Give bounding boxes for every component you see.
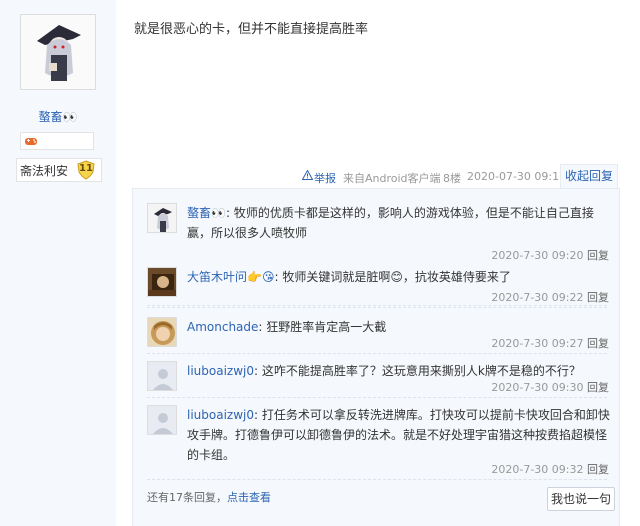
reply-avatar[interactable] <box>147 405 177 435</box>
author-badge-box <box>20 132 94 150</box>
more-replies-link[interactable]: 点击查看 <box>227 491 271 504</box>
divider <box>147 307 607 308</box>
reply-button[interactable]: 回复 <box>587 249 609 262</box>
reply-button[interactable]: 回复 <box>587 381 609 394</box>
reply-item: liuboaizwj0: 这咋不能提高胜率了？这玩意用来撕别人k牌不是稳的不行？… <box>147 361 609 397</box>
reply-username[interactable]: Amonchade <box>187 320 258 334</box>
reply-item: 螯畜👀: 牧师的优质卡都是这样的，影响人的游戏体验，但是不能让自己直接赢，所以很… <box>147 203 609 263</box>
more-replies-text: 还有17条回复， <box>147 491 227 504</box>
gamepad-icon <box>25 138 37 145</box>
divider <box>147 305 607 306</box>
reply-avatar[interactable] <box>147 317 177 347</box>
reply-item: liuboaizwj0: 打任务术可以拿反转洗进牌库。打快攻可以提前卡快攻回合和… <box>147 405 610 476</box>
reply-username[interactable]: liuboaizwj0 <box>187 408 254 422</box>
reply-text: 这咋不能提高胜率了？这玩意用来撕别人k牌不是稳的不行？ <box>261 364 581 378</box>
author-username[interactable]: 螯畜👀 <box>0 108 116 125</box>
reply-time: 2020-7-30 09:32 <box>491 463 584 476</box>
post-floor: 8楼 <box>443 172 461 185</box>
reply-username[interactable]: 大笛木叶问👉😘 <box>187 270 274 284</box>
reply-button[interactable]: 回复 <box>587 291 609 304</box>
reply-list: 螯畜👀: 牧师的优质卡都是这样的，影响人的游戏体验，但是不能让自己直接赢，所以很… <box>132 188 620 526</box>
reply-item: Amonchade: 狂野胜率肯定高一大截 2020-7-30 09:27 回复 <box>147 317 609 353</box>
reply-time: 2020-7-30 09:27 <box>491 337 584 350</box>
author-avatar[interactable] <box>20 14 96 90</box>
reply-button[interactable]: 回复 <box>587 337 609 350</box>
divider <box>147 397 607 398</box>
author-panel: 螯畜👀 斋法利安 11 <box>0 0 116 526</box>
post-meta: 举报 来自Android客户端 8楼 2020-07-30 09:18 <box>0 168 640 186</box>
reply-text: 狂野胜率肯定高一大截 <box>266 320 387 334</box>
reply-username[interactable]: 螯畜👀 <box>187 206 226 220</box>
reply-time: 2020-7-30 09:22 <box>491 291 584 304</box>
reply-username[interactable]: liuboaizwj0 <box>187 364 254 378</box>
reply-text: 牧师关键词就是脏啊😊，抗妆英雄侍要来了 <box>282 270 511 284</box>
reply-avatar[interactable] <box>147 361 177 391</box>
collapse-replies-button[interactable]: 收起回复 <box>560 164 618 188</box>
post-time: 2020-07-30 09:18 <box>467 170 567 183</box>
divider <box>147 479 607 480</box>
reply-avatar[interactable] <box>147 203 177 233</box>
say-something-button[interactable]: 我也说一句 <box>547 487 615 511</box>
post-source: 来自Android客户端 <box>343 172 441 185</box>
divider <box>147 353 607 354</box>
post-content: 就是很恶心的卡，但并不能直接提高胜率 <box>134 22 369 37</box>
warning-icon[interactable] <box>301 169 314 183</box>
more-replies: 还有17条回复，点击查看 <box>147 489 271 505</box>
reply-avatar[interactable] <box>147 267 177 297</box>
reply-text: 牧师的优质卡都是这样的，影响人的游戏体验，但是不能让自己直接赢，所以很多人喷牧师 <box>187 206 594 240</box>
reply-time: 2020-7-30 09:20 <box>491 249 584 262</box>
reply-button[interactable]: 回复 <box>587 463 609 476</box>
reply-item: 大笛木叶问👉😘: 牧师关键词就是脏啊😊，抗妆英雄侍要来了 2020-7-30 0… <box>147 267 609 304</box>
reply-time: 2020-7-30 09:30 <box>491 381 584 394</box>
report-link[interactable]: 举报 <box>314 170 336 186</box>
